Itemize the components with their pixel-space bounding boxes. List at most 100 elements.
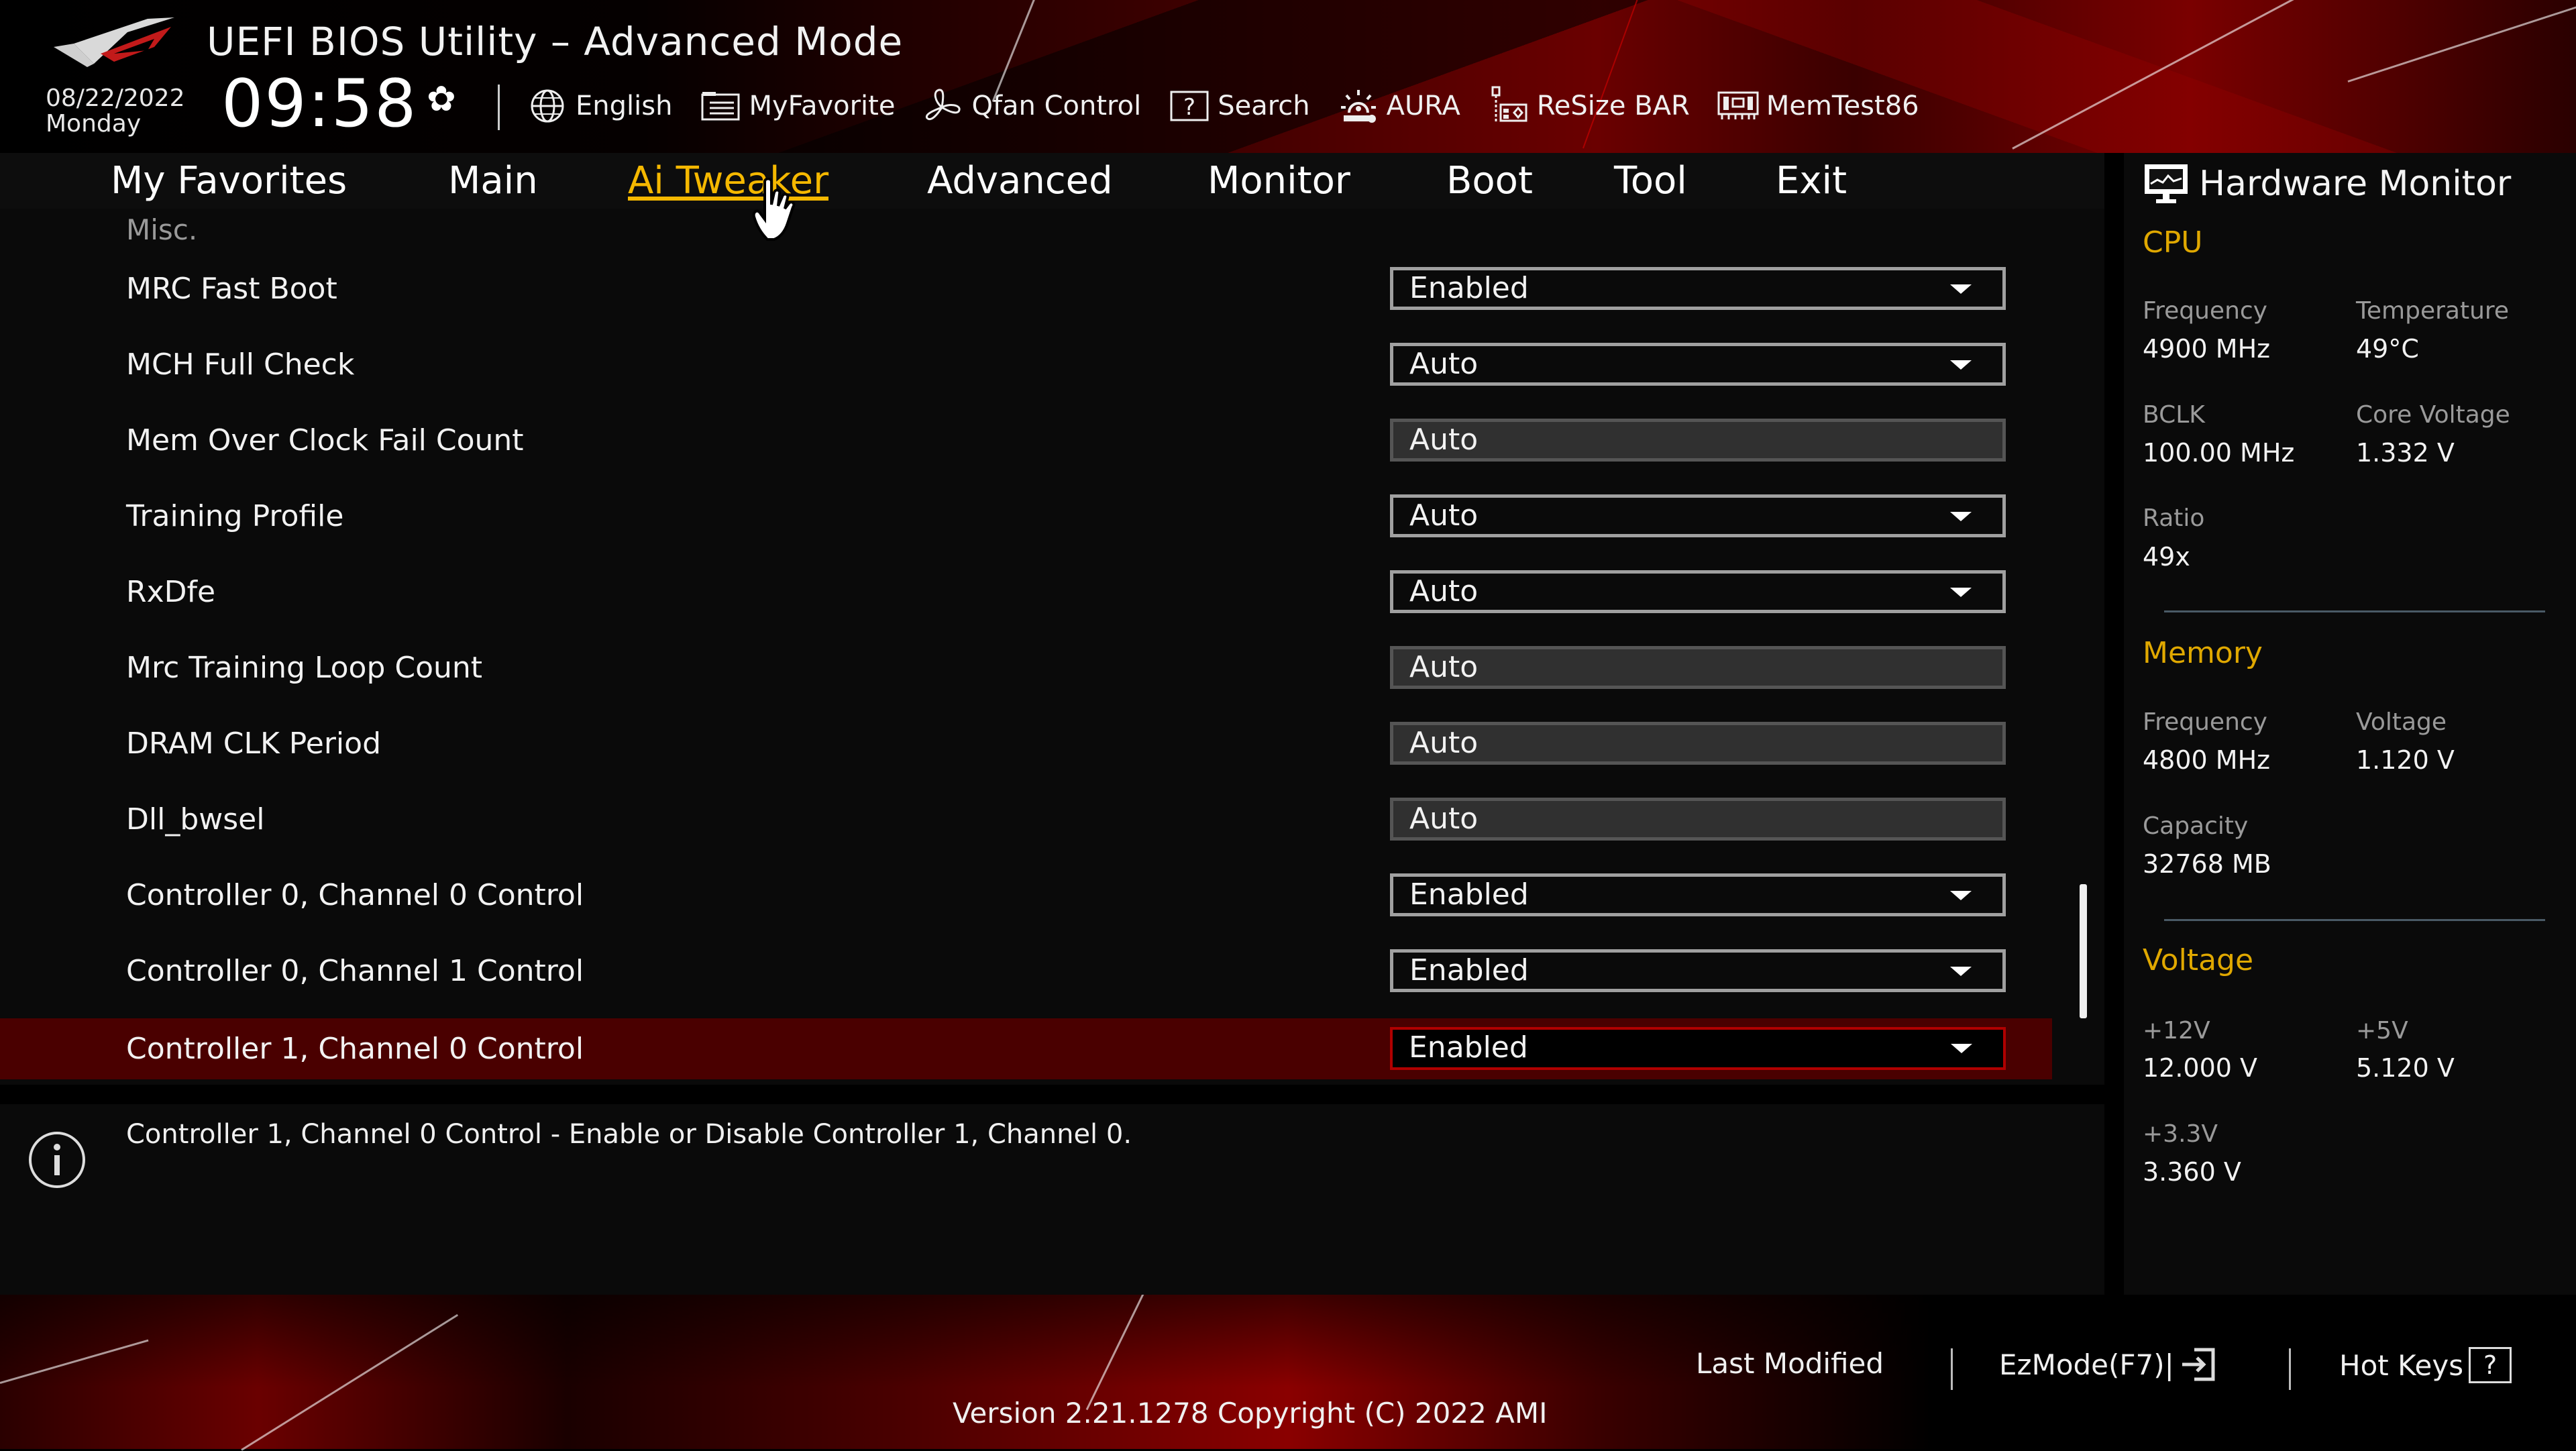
hot-keys-button[interactable]: Hot Keys ? xyxy=(2339,1347,2512,1383)
hardware-monitor-title: Hardware Monitor xyxy=(2199,164,2512,204)
tab-exit[interactable]: Exit xyxy=(1776,153,1847,209)
hot-keys-label: Hot Keys xyxy=(2339,1348,2464,1382)
rxdfe-dropdown[interactable]: Auto xyxy=(1390,570,2006,613)
memory-heading: Memory xyxy=(2143,636,2263,670)
search-label: Search xyxy=(1218,91,1310,121)
search-help-icon: ? xyxy=(1168,87,1211,125)
memtest86-label: MemTest86 xyxy=(1766,91,1919,121)
mrc-fast-boot-dropdown[interactable]: Enabled xyxy=(1390,267,2006,310)
controller0-channel1-dropdown[interactable]: Enabled xyxy=(1390,949,2006,992)
setting-row-controller1-channel0[interactable]: Controller 1, Channel 0 Control Enabled xyxy=(0,1018,2052,1079)
training-profile-dropdown[interactable]: Auto xyxy=(1390,494,2006,537)
version-copyright: Version 2.21.1278 Copyright (C) 2022 AMI xyxy=(953,1397,1548,1430)
dropdown-value: Enabled xyxy=(1409,877,1529,912)
exit-arrow-icon xyxy=(2182,1348,2215,1381)
dropdown-value: Enabled xyxy=(1409,1030,1528,1065)
v5-label: +5V xyxy=(2356,1017,2408,1044)
setting-label: Controller 0, Channel 1 Control xyxy=(126,954,584,988)
language-label: English xyxy=(576,91,673,121)
tab-my-favorites[interactable]: My Favorites xyxy=(111,153,347,209)
chevron-down-icon xyxy=(1950,891,1972,900)
memory-voltage-value: 1.120 V xyxy=(2356,745,2455,775)
ratio-value: 49x xyxy=(2143,542,2190,572)
search-button[interactable]: ? Search xyxy=(1168,87,1310,125)
tab-boot[interactable]: Boot xyxy=(1446,153,1533,209)
memory-frequency-label: Frequency xyxy=(2143,708,2267,736)
setting-label: Controller 0, Channel 0 Control xyxy=(126,878,584,912)
chevron-down-icon xyxy=(1950,360,1972,370)
settings-scrollbar[interactable] xyxy=(2080,884,2087,1018)
voltage-heading: Voltage xyxy=(2143,943,2254,977)
mem-over-clock-fail-count-input[interactable]: Auto xyxy=(1390,419,2006,462)
hardware-monitor-header: Hardware Monitor xyxy=(2143,162,2511,205)
time-display[interactable]: 09:58 xyxy=(221,67,417,141)
core-voltage-label: Core Voltage xyxy=(2356,401,2510,429)
setting-row-mch-full-check[interactable]: MCH Full Check Auto xyxy=(0,334,2052,395)
mrc-training-loop-count-input[interactable]: Auto xyxy=(1390,646,2006,689)
core-voltage-value: 1.332 V xyxy=(2356,438,2455,468)
info-icon xyxy=(29,1132,85,1188)
setting-row-dram-clk-period[interactable]: DRAM CLK Period Auto xyxy=(0,713,2052,774)
date: 08/22/2022 xyxy=(46,85,185,112)
globe-icon xyxy=(526,87,569,125)
myfavorite-button[interactable]: MyFavorite xyxy=(699,87,895,125)
setting-label: RxDfe xyxy=(126,575,216,609)
tab-advanced[interactable]: Advanced xyxy=(927,153,1113,209)
tab-tool[interactable]: Tool xyxy=(1614,153,1687,209)
setting-label: MCH Full Check xyxy=(126,347,355,382)
mch-full-check-dropdown[interactable]: Auto xyxy=(1390,343,2006,386)
memtest86-button[interactable]: MemTest86 xyxy=(1717,87,1919,125)
setting-label: Mrc Training Loop Count xyxy=(126,651,483,685)
chevron-down-icon xyxy=(1950,512,1972,521)
tab-monitor[interactable]: Monitor xyxy=(1208,153,1350,209)
hardware-monitor-panel: Hardware Monitor CPU Frequency 4900 MHz … xyxy=(2124,153,2576,1295)
setting-row-mrc-training-loop-count[interactable]: Mrc Training Loop Count Auto xyxy=(0,637,2052,698)
ezmode-button[interactable]: EzMode(F7)| xyxy=(1999,1347,2217,1382)
bclk-value: 100.00 MHz xyxy=(2143,438,2295,468)
v33-value: 3.360 V xyxy=(2143,1157,2241,1187)
dropdown-value: Auto xyxy=(1409,574,1479,608)
memory-capacity-value: 32768 MB xyxy=(2143,849,2271,879)
language-button[interactable]: English xyxy=(526,87,672,125)
setting-row-mrc-fast-boot[interactable]: MRC Fast Boot Enabled xyxy=(0,258,2052,319)
ezmode-label: EzMode(F7)| xyxy=(1999,1348,2174,1381)
v12-value: 12.000 V xyxy=(2143,1053,2258,1083)
gear-icon[interactable]: ✿ xyxy=(427,79,456,119)
tab-main[interactable]: Main xyxy=(448,153,538,209)
date-display: 08/22/2022 Monday xyxy=(46,86,185,137)
input-value: Auto xyxy=(1409,650,1479,684)
resize-bar-button[interactable]: ReSize BAR xyxy=(1487,86,1690,125)
dram-clk-period-input[interactable]: Auto xyxy=(1390,722,2006,765)
setting-row-mem-over-clock-fail-count[interactable]: Mem Over Clock Fail Count Auto xyxy=(0,410,2052,471)
last-modified-button[interactable]: Last Modified xyxy=(1696,1347,1884,1380)
setting-row-controller0-channel0[interactable]: Controller 0, Channel 0 Control Enabled xyxy=(0,865,2052,926)
chevron-down-icon xyxy=(1950,284,1972,294)
controller1-channel0-dropdown[interactable]: Enabled xyxy=(1390,1027,2006,1070)
setting-row-dll-bwsel[interactable]: Dll_bwsel Auto xyxy=(0,789,2052,850)
cpu-temperature-value: 49°C xyxy=(2356,334,2419,364)
dll-bwsel-input[interactable]: Auto xyxy=(1390,798,2006,841)
dropdown-value: Enabled xyxy=(1409,953,1529,987)
input-value: Auto xyxy=(1409,726,1479,760)
setting-row-training-profile[interactable]: Training Profile Auto xyxy=(0,486,2052,547)
memory-frequency-value: 4800 MHz xyxy=(2143,745,2271,775)
qfan-control-button[interactable]: Qfan Control xyxy=(922,87,1141,125)
help-panel: Controller 1, Channel 0 Control - Enable… xyxy=(0,1104,2104,1295)
footer-divider xyxy=(2289,1348,2291,1390)
hw-divider xyxy=(2164,610,2545,612)
weekday: Monday xyxy=(46,110,142,138)
setting-row-controller0-channel1[interactable]: Controller 0, Channel 1 Control Enabled xyxy=(0,941,2052,1002)
v12-label: +12V xyxy=(2143,1017,2210,1044)
controller0-channel0-dropdown[interactable]: Enabled xyxy=(1390,873,2006,916)
aura-button[interactable]: AURA xyxy=(1337,87,1460,125)
chevron-down-icon xyxy=(1950,967,1972,976)
dropdown-value: Auto xyxy=(1409,347,1479,381)
app-title: UEFI BIOS Utility – Advanced Mode xyxy=(207,19,904,64)
v33-label: +3.3V xyxy=(2143,1120,2218,1148)
last-modified-label: Last Modified xyxy=(1696,1347,1884,1380)
memory-voltage-label: Voltage xyxy=(2356,708,2447,736)
section-header: Misc. xyxy=(126,213,198,246)
setting-label: DRAM CLK Period xyxy=(126,727,381,761)
v5-value: 5.120 V xyxy=(2356,1053,2455,1083)
setting-row-rxdfe[interactable]: RxDfe Auto xyxy=(0,561,2052,623)
